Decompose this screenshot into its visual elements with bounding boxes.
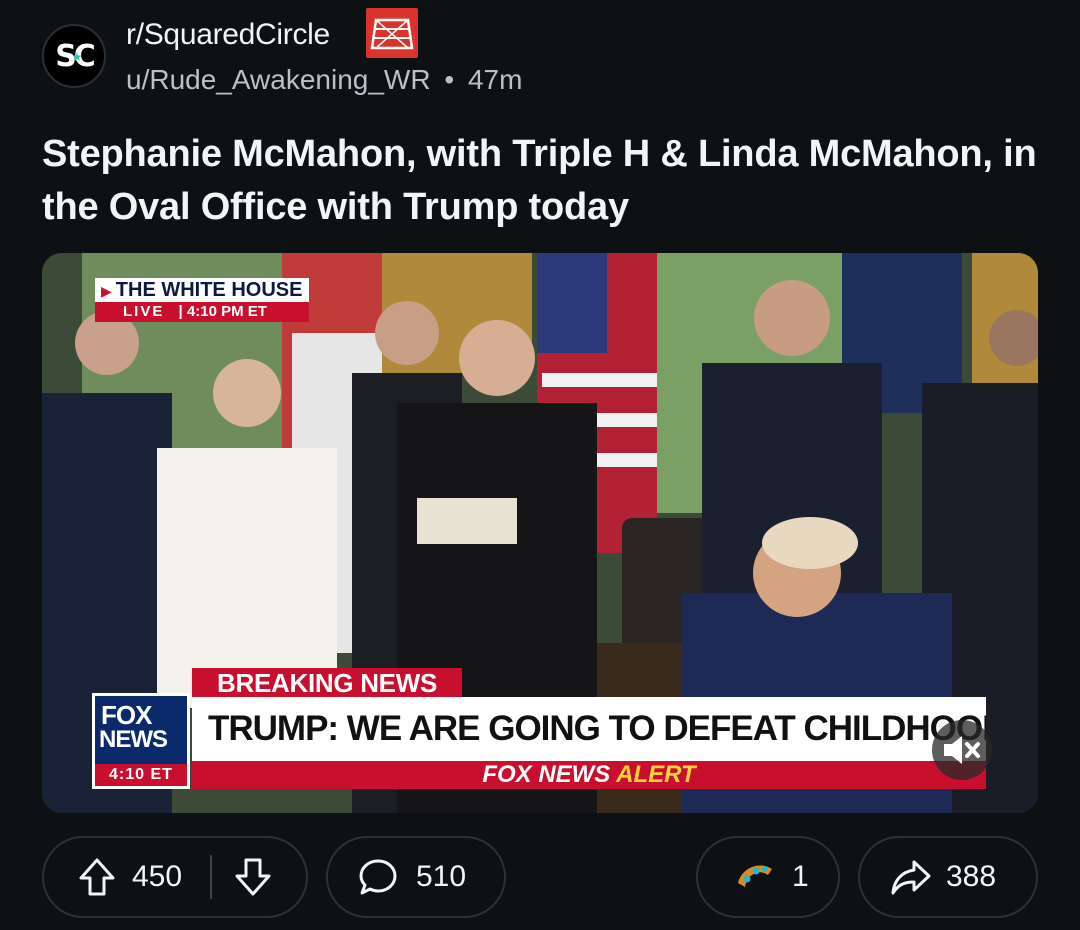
meta-separator: • bbox=[444, 64, 455, 95]
live-time: 4:10 PM ET bbox=[186, 303, 267, 320]
share-arrow-icon bbox=[891, 860, 931, 895]
alert-brand: FOX NEWS bbox=[482, 761, 611, 788]
upvote-arrow-icon[interactable] bbox=[78, 857, 116, 897]
alert-word: ALERT bbox=[616, 761, 696, 788]
subreddit-avatar[interactable]: SC bbox=[42, 24, 106, 88]
post-header: SC r/SquaredCircle u/Rude_Awakening_WR •… bbox=[42, 8, 1042, 104]
share-button[interactable]: 388 bbox=[858, 836, 1038, 918]
comment-bubble-icon bbox=[359, 859, 397, 895]
comments-button[interactable]: 510 bbox=[326, 836, 506, 918]
white-house-live-badge: ▶ THE WHITE HOUSE LIVE | 4:10 PM ET bbox=[95, 278, 309, 326]
live-separator: | bbox=[178, 303, 183, 320]
play-triangle-icon: ▶ bbox=[101, 283, 112, 299]
fox-logo-line2: NEWS bbox=[99, 726, 168, 753]
badge-title: THE WHITE HOUSE bbox=[115, 279, 303, 301]
author-link[interactable]: u/Rude_Awakening_WR bbox=[126, 64, 431, 95]
fox-news-logo: FOX NEWS 4:10 ET bbox=[92, 693, 190, 789]
speaker-muted-icon bbox=[944, 736, 980, 764]
award-button[interactable]: 1 bbox=[696, 836, 840, 918]
breaking-news-tag: BREAKING NEWS bbox=[192, 668, 462, 698]
subreddit-name[interactable]: r/SquaredCircle bbox=[126, 18, 330, 52]
news-headline: TRUMP: WE ARE GOING TO DEFEAT CHILDHOOD … bbox=[192, 697, 986, 761]
post-meta: u/Rude_Awakening_WR • 47m bbox=[126, 64, 522, 96]
live-label: LIVE bbox=[123, 303, 165, 320]
wrestling-ring-flair-icon bbox=[366, 8, 418, 58]
vote-divider bbox=[210, 855, 213, 899]
post-title[interactable]: Stephanie McMahon, with Triple H & Linda… bbox=[42, 128, 1042, 234]
video-player[interactable]: ▶ THE WHITE HOUSE LIVE | 4:10 PM ET FOX N… bbox=[42, 253, 1038, 813]
downvote-arrow-icon[interactable] bbox=[234, 857, 272, 897]
award-count: 1 bbox=[792, 860, 809, 893]
post-age: 47m bbox=[467, 64, 523, 95]
vote-group: 450 bbox=[42, 836, 308, 918]
vote-score: 450 bbox=[132, 860, 183, 893]
share-count: 388 bbox=[946, 860, 997, 893]
mute-toggle-button[interactable] bbox=[932, 720, 992, 780]
fox-logo-time: 4:10 ET bbox=[95, 764, 187, 786]
fox-news-alert-bar: FOX NEWS ALERT bbox=[192, 761, 986, 789]
comment-count: 510 bbox=[416, 860, 467, 893]
award-bracelet-icon bbox=[738, 865, 772, 887]
